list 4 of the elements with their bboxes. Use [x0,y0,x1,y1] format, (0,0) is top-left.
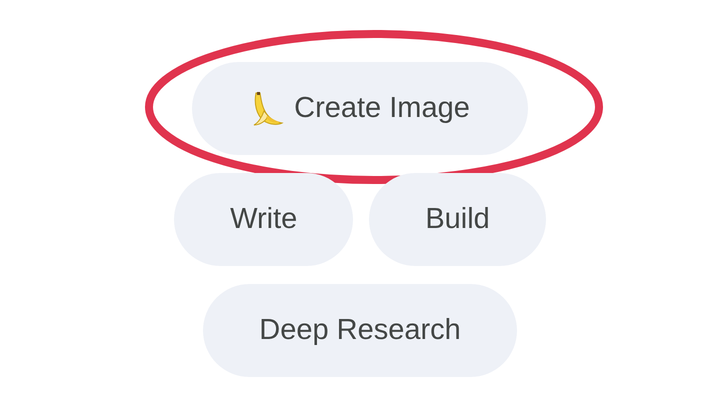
suggestion-chip[interactable]: Write [174,173,354,266]
suggestion-chip[interactable]: Deep Research [203,284,517,377]
suggestion-chip[interactable]: Create Image [192,62,528,155]
suggestion-chip[interactable]: Build [369,173,546,266]
